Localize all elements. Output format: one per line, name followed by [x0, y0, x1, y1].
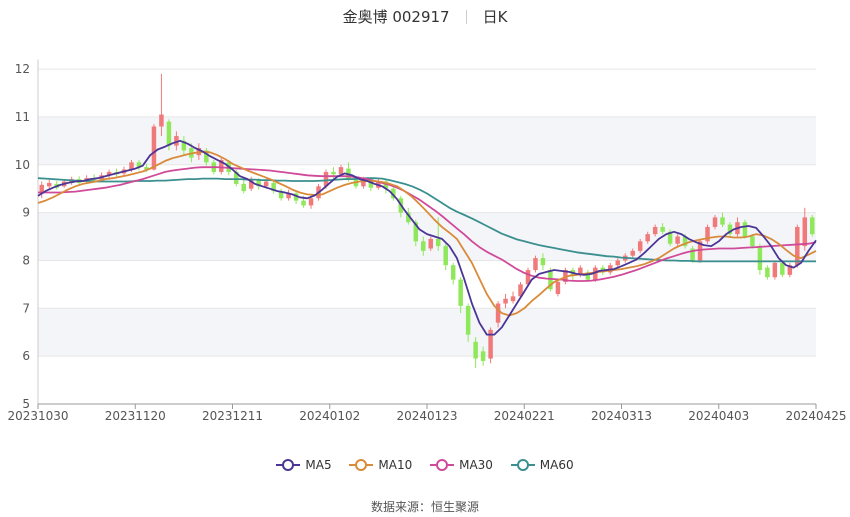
legend-marker-icon — [510, 459, 535, 471]
x-tick-label: 20240313 — [591, 409, 652, 423]
candle-body — [510, 296, 516, 302]
y-tick-label: 8 — [22, 253, 30, 267]
candle-body — [151, 126, 157, 170]
x-tick-label: 20231030 — [7, 409, 68, 423]
legend-item-ma60[interactable]: MA60 — [510, 458, 574, 472]
candle-body — [159, 114, 164, 127]
y-tick-label: 6 — [22, 349, 30, 363]
candle-body — [675, 236, 680, 244]
legend-item-ma30[interactable]: MA30 — [430, 458, 493, 472]
legend-circle — [282, 459, 295, 471]
x-tick-label: 20240403 — [688, 409, 749, 423]
candle-body — [795, 226, 800, 266]
candle-body — [742, 222, 748, 237]
legend-label: MA60 — [539, 458, 574, 472]
candle-body — [46, 182, 52, 187]
source-label: 数据来源： — [370, 500, 431, 514]
candle-body — [712, 217, 718, 227]
candle-body — [465, 305, 471, 335]
candle-body — [757, 246, 763, 271]
candle-body — [637, 241, 643, 251]
legend-marker-icon — [349, 459, 374, 471]
y-tick-label: 11 — [15, 110, 30, 124]
y-tick-label: 7 — [22, 301, 30, 315]
candle-body — [263, 181, 269, 187]
candle-body — [473, 341, 478, 359]
legend: MA5 MA10 MA30 MA60 — [0, 458, 850, 474]
candle-body — [765, 267, 770, 278]
kline-chart[interactable]: 56789101112 20231030 20231120 20231211 2024… — [0, 0, 850, 450]
x-tick-label: 20240102 — [299, 409, 360, 423]
candle-body — [555, 281, 561, 294]
candle-body — [421, 241, 426, 251]
candle-body — [495, 303, 501, 323]
y-tick-label: 9 — [22, 206, 30, 220]
candle-body — [810, 217, 815, 235]
candle-body — [780, 262, 785, 275]
legend-label: MA10 — [378, 458, 413, 472]
candle-body — [630, 250, 635, 256]
candle-body — [443, 246, 448, 266]
x-tick-label: 20240221 — [494, 409, 555, 423]
candle-body — [166, 121, 172, 146]
source-value: 恒生聚源 — [431, 500, 480, 514]
candle-body — [660, 226, 665, 232]
candle-body — [750, 236, 755, 247]
candle-body — [241, 183, 246, 192]
x-tick-label: 20240123 — [396, 409, 457, 423]
legend-circle — [355, 459, 368, 471]
candle-body — [301, 200, 306, 206]
candle-body — [338, 167, 344, 175]
candle-body — [645, 234, 650, 242]
candle-body — [503, 298, 508, 304]
x-tick-label: 20240425 — [785, 409, 846, 423]
candle-body — [480, 351, 486, 361]
legend-circle — [516, 459, 529, 471]
candle-body — [435, 238, 441, 247]
candle-body — [540, 258, 546, 266]
y-tick-label: 10 — [15, 158, 30, 172]
grid-band — [38, 308, 816, 357]
candle-body — [331, 171, 336, 175]
legend-circle — [436, 459, 449, 471]
candle-body — [802, 217, 808, 247]
legend-label: MA30 — [459, 458, 493, 472]
candle-body — [533, 258, 538, 271]
candle-body — [720, 217, 725, 225]
candle-body — [772, 262, 778, 278]
candle-body — [615, 260, 621, 266]
candle-body — [652, 226, 658, 235]
legend-item-ma10[interactable]: MA10 — [349, 458, 412, 472]
legend-marker-icon — [276, 459, 301, 471]
x-tick-label: 20231120 — [105, 409, 166, 423]
candle-body — [308, 198, 314, 206]
x-axis: 20231030 20231120 20231211 20240102 20240123… — [7, 403, 847, 423]
x-tick-label: 20231211 — [202, 409, 263, 423]
legend-marker-icon — [430, 459, 455, 471]
y-axis: 56789101112 — [15, 59, 39, 411]
candle-body — [450, 265, 456, 280]
legend-item-ma5[interactable]: MA5 — [276, 458, 332, 472]
candle-body — [458, 279, 463, 306]
data-source: 数据来源：恒生聚源 — [0, 498, 850, 515]
candle-body — [428, 238, 433, 249]
y-tick-label: 12 — [15, 62, 30, 76]
legend-label: MA5 — [305, 458, 332, 472]
